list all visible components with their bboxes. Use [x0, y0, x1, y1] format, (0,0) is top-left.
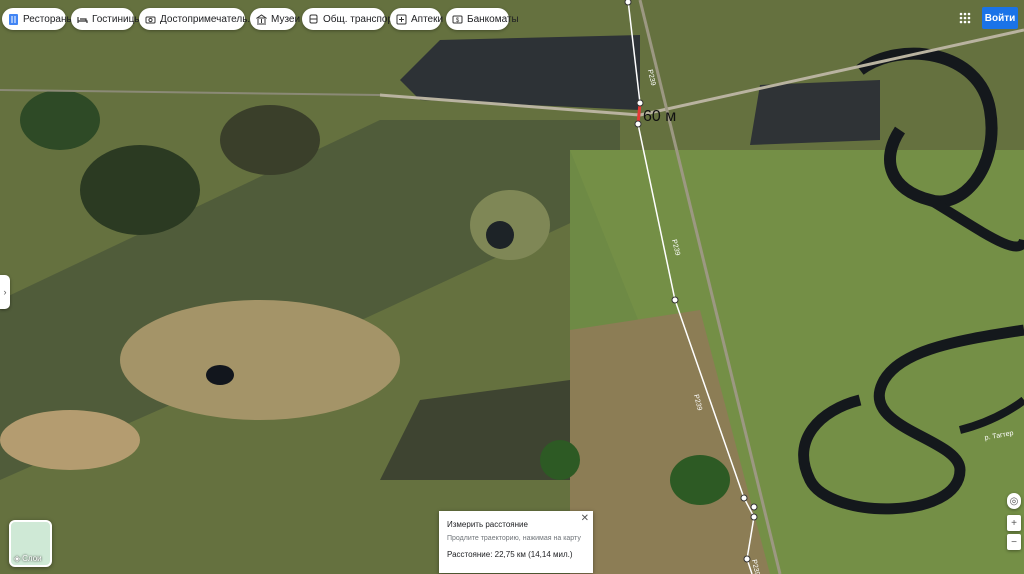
- bed-icon: [77, 14, 88, 25]
- close-icon[interactable]: ✕: [581, 513, 589, 524]
- compass-icon[interactable]: ◎: [1007, 493, 1021, 509]
- chip-label: Аптеки: [411, 13, 444, 25]
- collapse-panel-button[interactable]: ›: [0, 275, 10, 309]
- bus-icon: [308, 14, 319, 25]
- fork-knife-icon: [8, 13, 19, 25]
- chip-label: Рестораны: [23, 13, 74, 25]
- layers-label: Слои: [22, 554, 42, 563]
- segment-distance-label: 60 м: [643, 108, 677, 125]
- layers-icon: ◈: [14, 554, 21, 563]
- measure-hint: Продлите траекторию, нажимая на карту: [447, 535, 581, 542]
- zoom-in-button[interactable]: +: [1007, 515, 1021, 531]
- chip-label: Достопримечатель...: [160, 13, 256, 25]
- pharmacy-icon: [396, 14, 407, 25]
- measure-distance: Расстояние: 22,75 км (14,14 мил.): [447, 550, 573, 559]
- chip-museums[interactable]: Музеи: [250, 8, 300, 30]
- apps-grid-icon[interactable]: [958, 11, 972, 25]
- museum-icon: [255, 13, 268, 25]
- chip-atms[interactable]: $ Банкоматы: [446, 8, 519, 30]
- zoom-out-button[interactable]: −: [1007, 534, 1021, 550]
- chip-transit[interactable]: Общ. транспорт: [302, 8, 397, 30]
- chip-label: Банкоматы: [467, 13, 519, 25]
- chip-label: Гостиницы: [92, 13, 142, 25]
- layers-button[interactable]: ◈ Слои: [9, 520, 52, 567]
- chip-hotels[interactable]: Гостиницы: [71, 8, 142, 30]
- sign-in-button[interactable]: Войти: [982, 7, 1018, 29]
- chip-attractions[interactable]: Достопримечатель...: [139, 8, 256, 30]
- chip-label: Музеи: [271, 13, 301, 25]
- measure-title: Измерить расстояние: [447, 520, 528, 529]
- camera-icon: [145, 14, 156, 25]
- chip-pharmacies[interactable]: Аптеки: [390, 8, 444, 30]
- measure-distance-card: Измерить расстояние Продлите траекторию,…: [439, 511, 593, 573]
- chip-restaurants[interactable]: Рестораны: [2, 8, 74, 30]
- satellite-map[interactable]: Р239Р239Р239Р239р. Тагтер: [0, 0, 1024, 574]
- atm-icon: $: [452, 14, 463, 25]
- chevron-right-icon: ›: [3, 287, 7, 297]
- chip-label: Общ. транспорт: [323, 13, 398, 25]
